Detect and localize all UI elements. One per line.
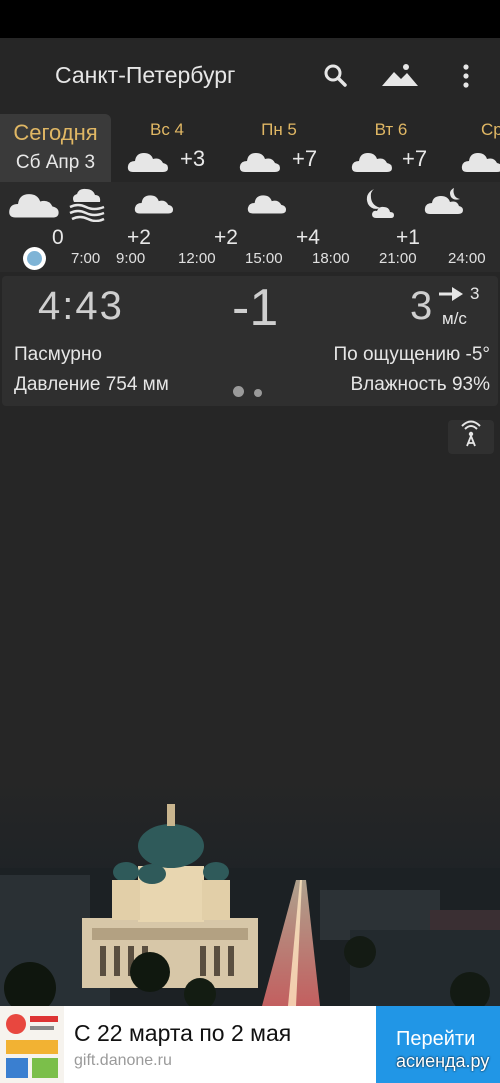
hour-time: 9:00 [116, 250, 146, 267]
hour-time: 24:00 [448, 250, 486, 267]
condition-text: Пасмурно [14, 344, 102, 365]
cloud-icon [134, 195, 174, 214]
ad-domain[interactable]: gift.danone.ru [74, 1052, 172, 1070]
cloud-icon [9, 194, 59, 218]
day-tab-tue[interactable]: Вт 6 +7 [335, 114, 447, 182]
day-name: Сегодня [13, 120, 98, 145]
day-name: Пн 5 [261, 120, 297, 139]
hour-time: 15:00 [245, 250, 283, 267]
day-name: Вс 4 [149, 120, 185, 139]
cloud-icon [461, 153, 500, 172]
day-name: Ср [481, 120, 500, 139]
status-bar [0, 0, 500, 38]
page-indicator [233, 384, 262, 402]
day-temp: +7 [292, 146, 318, 171]
day-name: Вт 6 [374, 120, 408, 139]
moon-cloud-icon [366, 189, 394, 218]
day-temp: +7 [402, 146, 428, 171]
hour-temp: +1 [396, 226, 420, 249]
app-bar: Санкт-Петербург [0, 38, 500, 114]
hour-time: 7:00 [71, 250, 101, 267]
wind-unit: м/с [442, 309, 467, 328]
day-tab-sun[interactable]: Вс 4 +3 [111, 114, 223, 182]
ad-thumbnail[interactable] [0, 1006, 64, 1083]
day-tab-wed[interactable]: Ср [447, 114, 500, 182]
page-dot [254, 389, 262, 397]
hourly-forecast[interactable]: 0 +2 +2 +4 +1 7:00 9:00 12:00 15:00 18:0… [0, 182, 500, 272]
cloud-icon [351, 153, 392, 172]
fog-icon [69, 188, 105, 222]
hour-time: 21:00 [379, 250, 417, 267]
cloud-icon [239, 153, 280, 172]
day-tab-mon[interactable]: Пн 5 +7 [223, 114, 335, 182]
day-date: Сб Апр 3 [15, 152, 96, 173]
humidity-text: Влажность 93% [350, 374, 490, 395]
cloud-icon [247, 195, 287, 214]
ad-go-button-label: Перейти [396, 1028, 476, 1050]
moon-cloud-icon [424, 188, 463, 214]
watermark: асиенда.ру [396, 1051, 490, 1071]
current-time: 4:43 [38, 284, 124, 328]
pressure-text: Давление 754 мм [14, 374, 169, 395]
radar-icon [461, 420, 481, 447]
city-title[interactable]: Санкт-Петербург [55, 62, 235, 89]
ad-title[interactable]: С 22 марта по 2 мая [74, 1020, 291, 1047]
hour-temp: +2 [127, 226, 151, 249]
page-dot-active [233, 386, 244, 397]
feels-like-text: По ощущению -5° [333, 344, 490, 365]
wind-direction-arrow-icon [439, 287, 463, 301]
hour-temp: +4 [296, 226, 320, 249]
hour-temp: 0 [52, 226, 64, 249]
hour-temp: +2 [214, 226, 238, 249]
hour-time: 18:00 [312, 250, 350, 267]
search-icon[interactable] [320, 60, 352, 92]
current-temperature: -1 [232, 279, 279, 337]
current-time-marker [23, 247, 46, 270]
day-temp: +3 [180, 146, 206, 171]
current-conditions-card[interactable]: 4:43 -1 3 3 м/с Пасмурно По ощущению -5°… [2, 276, 498, 406]
city-background-photo [0, 780, 500, 1006]
wind-speed: 3 [410, 284, 433, 328]
hour-time: 12:00 [178, 250, 216, 267]
radar-button[interactable] [448, 420, 494, 454]
day-tab-today[interactable]: Сегодня Сб Апр 3 [0, 114, 111, 182]
days-strip: Сегодня Сб Апр 3 Вс 4 +3 Пн 5 +7 Вт 6 +7… [0, 114, 500, 182]
cloud-icon [127, 153, 168, 172]
wind-gust: 3 [470, 284, 480, 303]
more-vert-icon[interactable] [452, 60, 484, 92]
mountain-icon[interactable] [380, 60, 420, 92]
